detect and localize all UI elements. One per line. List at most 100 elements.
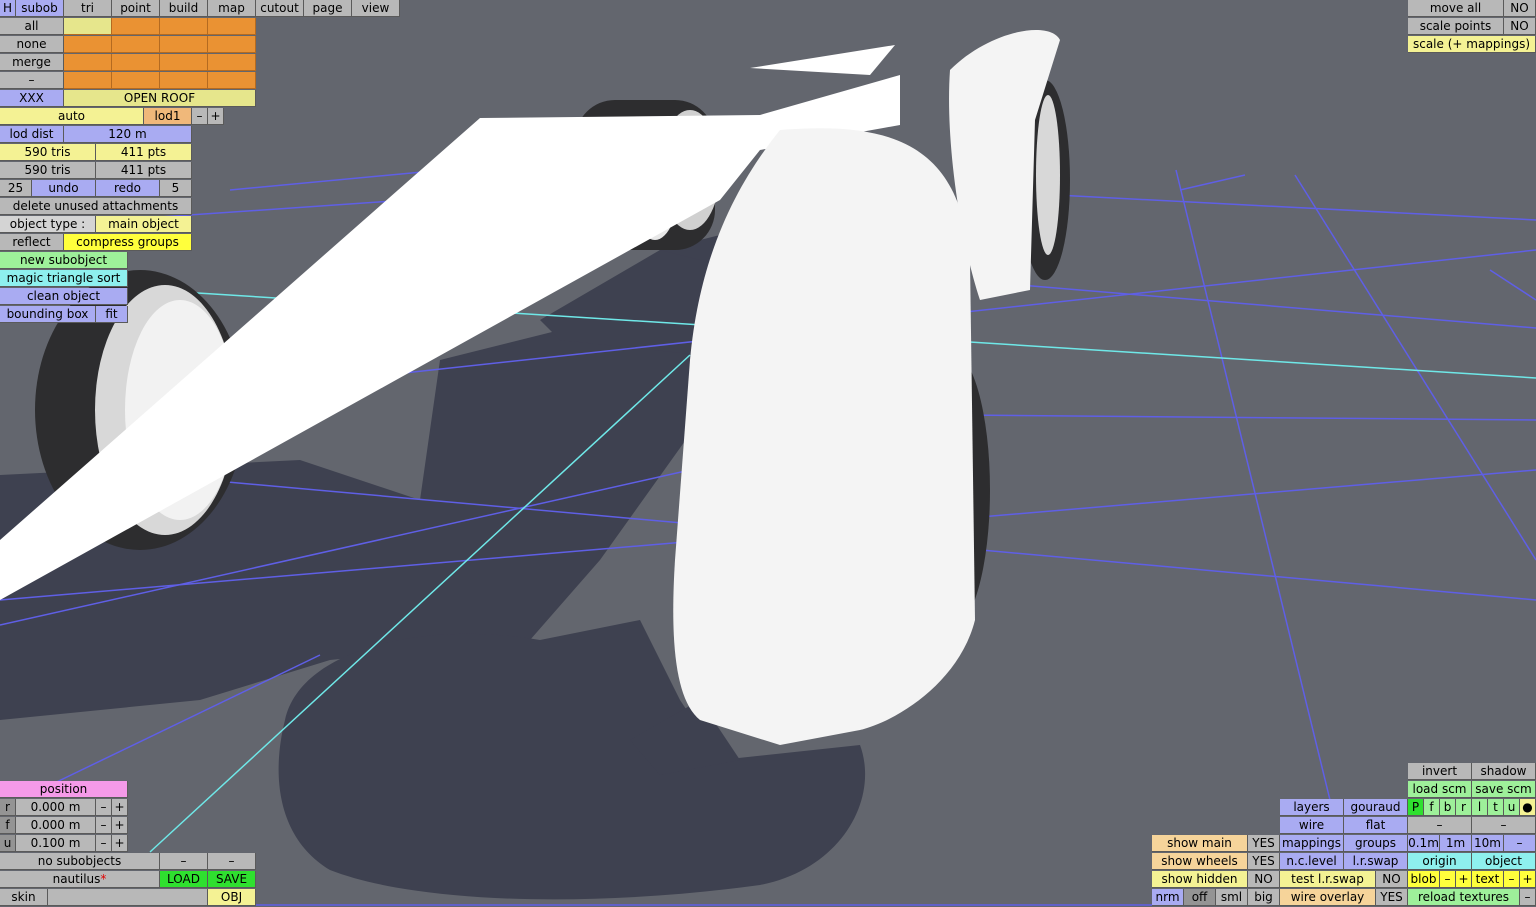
subobject-slot[interactable] xyxy=(112,54,160,71)
magic-triangle-sort-button[interactable]: magic triangle sort xyxy=(0,270,128,287)
subobject-slot[interactable] xyxy=(64,36,112,53)
lod-minus-button[interactable]: – xyxy=(192,108,208,125)
tab-tri[interactable]: tri xyxy=(64,0,112,17)
tab-view[interactable]: view xyxy=(352,0,400,17)
view-b-button[interactable]: b xyxy=(1440,799,1456,816)
tab-cutout[interactable]: cutout xyxy=(256,0,304,17)
blob-minus-button[interactable]: – xyxy=(1440,871,1456,888)
position-r-plus[interactable]: + xyxy=(112,799,128,816)
select-all-button[interactable]: all xyxy=(0,18,64,35)
text-button[interactable]: text xyxy=(1472,871,1504,888)
view-t-button[interactable]: t xyxy=(1488,799,1504,816)
groups-button[interactable]: groups xyxy=(1344,835,1408,852)
file-name-field[interactable]: nautilus* xyxy=(0,871,160,888)
reflect-button[interactable]: reflect xyxy=(0,234,64,251)
gouraud-button[interactable]: gouraud xyxy=(1344,799,1408,816)
test-lr-swap-toggle[interactable]: NO xyxy=(1376,871,1408,888)
shadow-button[interactable]: shadow xyxy=(1472,763,1536,780)
sml-button[interactable]: sml xyxy=(1216,889,1248,906)
tab-page[interactable]: page xyxy=(304,0,352,17)
view-l-button[interactable]: l xyxy=(1472,799,1488,816)
show-wheels-toggle[interactable]: YES xyxy=(1248,853,1280,870)
position-r-value[interactable]: 0.000 m xyxy=(16,799,96,816)
obj-button[interactable]: OBJ xyxy=(208,889,256,906)
grid-01m-button[interactable]: 0.1m xyxy=(1408,835,1440,852)
object-button[interactable]: object xyxy=(1472,853,1536,870)
subobject-slot[interactable] xyxy=(112,72,160,89)
show-hidden-button[interactable]: show hidden xyxy=(1152,871,1248,888)
subobject-slot[interactable] xyxy=(64,18,112,35)
move-all-button[interactable]: move all xyxy=(1408,0,1504,17)
lr-swap-button[interactable]: l.r.swap xyxy=(1344,853,1408,870)
text-minus-button[interactable]: – xyxy=(1504,871,1520,888)
dash-button[interactable]: – xyxy=(1472,817,1536,834)
reload-minus-button[interactable]: – xyxy=(1520,889,1536,906)
scale-points-button[interactable]: scale points xyxy=(1408,18,1504,35)
subobject-slot[interactable] xyxy=(208,18,256,35)
subobject-slot[interactable] xyxy=(208,54,256,71)
position-f-value[interactable]: 0.000 m xyxy=(16,817,96,834)
position-f-minus[interactable]: – xyxy=(96,817,112,834)
lod-dist-value[interactable]: 120 m xyxy=(64,126,192,143)
subobject-slot[interactable] xyxy=(64,54,112,71)
save-scm-button[interactable]: save scm xyxy=(1472,781,1536,798)
clean-object-button[interactable]: clean object xyxy=(0,288,128,305)
dash-button[interactable]: – xyxy=(1408,817,1472,834)
subobject-slot[interactable] xyxy=(160,54,208,71)
3d-viewport[interactable] xyxy=(0,0,1536,907)
lod-plus-button[interactable]: + xyxy=(208,108,224,125)
object-type-value[interactable]: main object xyxy=(96,216,192,233)
position-r-minus[interactable]: – xyxy=(96,799,112,816)
test-lr-swap-button[interactable]: test l.r.swap xyxy=(1280,871,1376,888)
fit-button[interactable]: fit xyxy=(96,306,128,323)
move-all-toggle[interactable]: NO xyxy=(1504,0,1536,17)
tab-build[interactable]: build xyxy=(160,0,208,17)
undo-button[interactable]: undo xyxy=(32,180,96,197)
mappings-button[interactable]: mappings xyxy=(1280,835,1344,852)
new-subobject-button[interactable]: new subobject xyxy=(0,252,128,269)
dot-icon[interactable]: ● xyxy=(1520,799,1536,816)
dash-button[interactable]: – xyxy=(208,853,256,870)
subobject-slot[interactable] xyxy=(112,36,160,53)
origin-button[interactable]: origin xyxy=(1408,853,1472,870)
subobject-slot[interactable] xyxy=(64,72,112,89)
grid-minus-button[interactable]: – xyxy=(1504,835,1536,852)
layers-button[interactable]: layers xyxy=(1280,799,1344,816)
wire-overlay-toggle[interactable]: YES xyxy=(1376,889,1408,906)
big-button[interactable]: big xyxy=(1248,889,1280,906)
subobject-slot[interactable] xyxy=(208,36,256,53)
blob-button[interactable]: blob xyxy=(1408,871,1440,888)
redo-button[interactable]: redo xyxy=(96,180,160,197)
scale-mappings-button[interactable]: scale (+ mappings) xyxy=(1408,36,1536,53)
nc-level-button[interactable]: n.c.level xyxy=(1280,853,1344,870)
subobject-slot[interactable] xyxy=(160,18,208,35)
tab-subob[interactable]: subob xyxy=(16,0,64,17)
show-main-toggle[interactable]: YES xyxy=(1248,835,1280,852)
subobject-slot[interactable] xyxy=(208,72,256,89)
delete-unused-attachments-button[interactable]: delete unused attachments xyxy=(0,198,192,215)
flat-button[interactable]: flat xyxy=(1344,817,1408,834)
position-u-plus[interactable]: + xyxy=(112,835,128,852)
grid-1m-button[interactable]: 1m xyxy=(1440,835,1472,852)
blob-plus-button[interactable]: + xyxy=(1456,871,1472,888)
show-hidden-toggle[interactable]: NO xyxy=(1248,871,1280,888)
position-f-plus[interactable]: + xyxy=(112,817,128,834)
text-plus-button[interactable]: + xyxy=(1520,871,1536,888)
tab-point[interactable]: point xyxy=(112,0,160,17)
load-scm-button[interactable]: load scm xyxy=(1408,781,1472,798)
subobject-name-field[interactable]: OPEN ROOF xyxy=(64,90,256,107)
view-u-button[interactable]: u xyxy=(1504,799,1520,816)
subobject-slot[interactable] xyxy=(160,36,208,53)
show-main-button[interactable]: show main xyxy=(1152,835,1248,852)
compress-groups-button[interactable]: compress groups xyxy=(64,234,192,251)
reload-textures-button[interactable]: reload textures xyxy=(1408,889,1520,906)
show-wheels-button[interactable]: show wheels xyxy=(1152,853,1248,870)
minus-button[interactable]: – xyxy=(0,72,64,89)
invert-button[interactable]: invert xyxy=(1408,763,1472,780)
help-button[interactable]: H xyxy=(0,0,16,17)
position-u-value[interactable]: 0.100 m xyxy=(16,835,96,852)
subobject-slot[interactable] xyxy=(160,72,208,89)
load-button[interactable]: LOAD xyxy=(160,871,208,888)
bounding-box-button[interactable]: bounding box xyxy=(0,306,96,323)
lod1-button[interactable]: lod1 xyxy=(144,108,192,125)
